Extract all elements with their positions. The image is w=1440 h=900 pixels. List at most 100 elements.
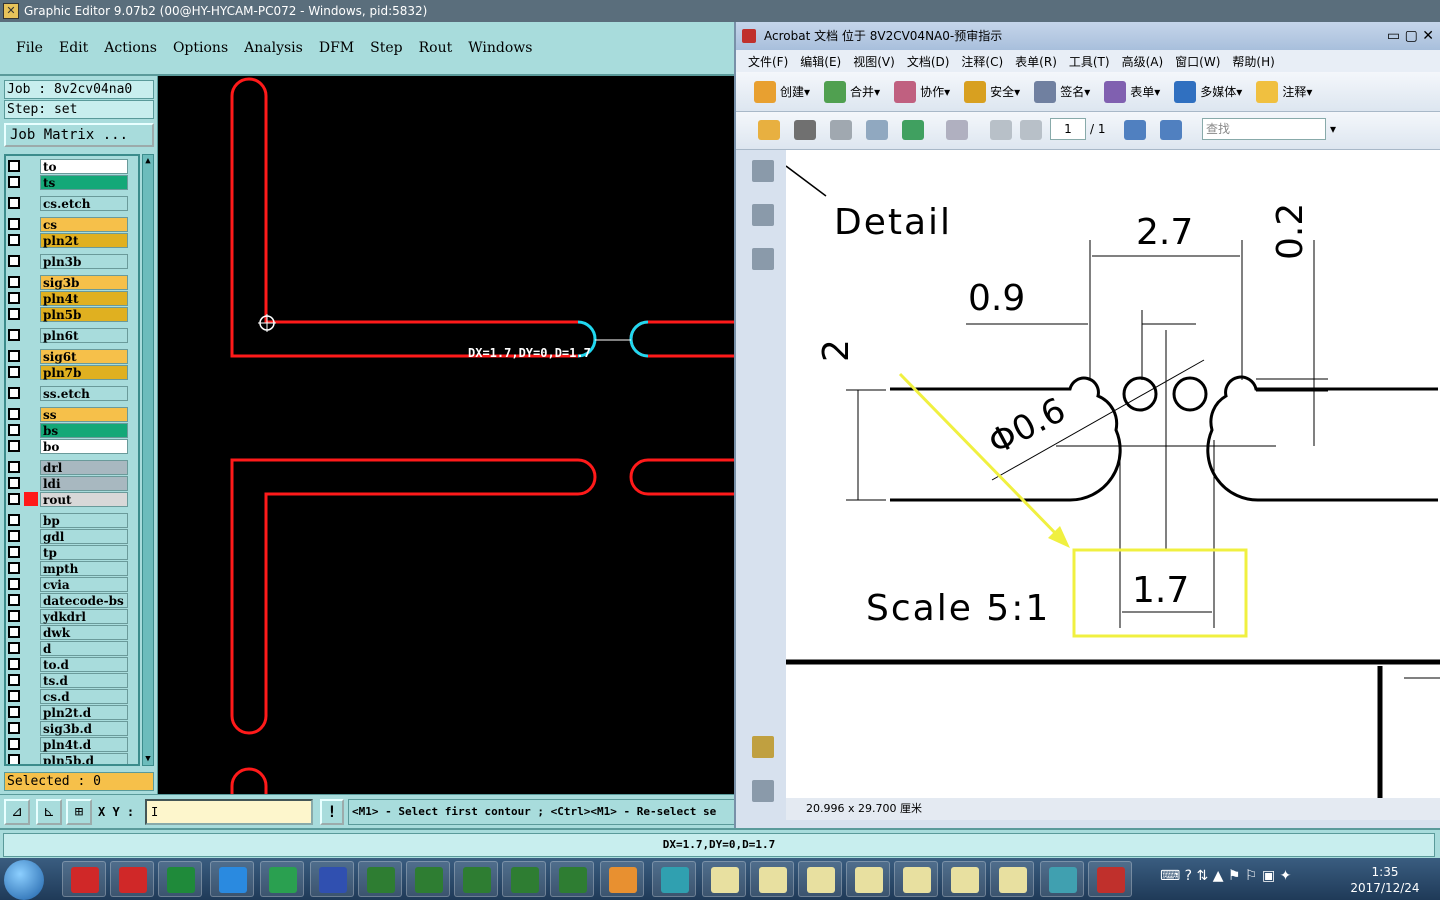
layer-checkbox[interactable]: [8, 562, 20, 574]
task-ge-3[interactable]: [798, 861, 842, 897]
task-genesis-2[interactable]: [110, 861, 154, 897]
layer-row[interactable]: to.d: [8, 656, 128, 672]
task-excel-4[interactable]: [502, 861, 546, 897]
layer-checkbox[interactable]: [8, 642, 20, 654]
layer-name[interactable]: sig6t: [40, 348, 128, 364]
layer-name[interactable]: pln5b.d: [40, 752, 128, 764]
layer-name[interactable]: cs.d: [40, 688, 128, 704]
layer-name[interactable]: pln7b: [40, 364, 128, 380]
combine-button[interactable]: 合并 ▾: [824, 80, 880, 103]
task-floppy[interactable]: [310, 861, 354, 897]
acro-menu-help[interactable]: 帮助(H): [1232, 53, 1274, 70]
layer-checkbox[interactable]: [8, 440, 20, 452]
fit-width-icon[interactable]: [1124, 120, 1146, 140]
layer-row[interactable]: ts.d: [8, 672, 128, 688]
attachments-icon[interactable]: [752, 780, 774, 802]
sign-button[interactable]: 签名 ▾: [1034, 80, 1090, 103]
layer-name[interactable]: cvia: [40, 576, 128, 592]
layer-name[interactable]: bs: [40, 422, 128, 438]
layer-row[interactable]: cs.etch: [8, 195, 128, 211]
task-ge-4[interactable]: [846, 861, 890, 897]
layer-row[interactable]: cs: [8, 216, 128, 232]
grid-tool-icon[interactable]: ⊞: [66, 799, 92, 825]
layer-row[interactable]: pln5b.d: [8, 752, 128, 764]
layer-row[interactable]: tp: [8, 544, 128, 560]
layer-checkbox[interactable]: [8, 255, 20, 267]
layer-row[interactable]: pln2t: [8, 232, 128, 248]
layer-row[interactable]: sig3b: [8, 274, 128, 290]
warning-button[interactable]: !: [320, 799, 344, 825]
comment-button[interactable]: 注释 ▾: [1256, 80, 1312, 103]
menu-rout[interactable]: Rout: [419, 40, 453, 56]
layer-checkbox[interactable]: [8, 292, 20, 304]
layer-checkbox[interactable]: [8, 594, 20, 606]
layer-name[interactable]: tp: [40, 544, 128, 560]
layer-row[interactable]: pln3b: [8, 253, 128, 269]
layer-checkbox[interactable]: [8, 197, 20, 209]
layer-name[interactable]: pln5b: [40, 306, 128, 322]
layer-row[interactable]: ydkdrl: [8, 608, 128, 624]
layer-checkbox[interactable]: [8, 706, 20, 718]
secure-button[interactable]: 安全 ▾: [964, 80, 1020, 103]
page-down-icon[interactable]: [1020, 120, 1042, 140]
layer-checkbox[interactable]: [8, 308, 20, 320]
layer-checkbox[interactable]: [8, 234, 20, 246]
layer-checkbox[interactable]: [8, 754, 20, 764]
layer-name[interactable]: cs.etch: [40, 195, 128, 211]
layer-name[interactable]: gdl: [40, 528, 128, 544]
layer-name[interactable]: sig3b.d: [40, 720, 128, 736]
task-ge-6[interactable]: [942, 861, 986, 897]
save-icon[interactable]: [830, 120, 852, 140]
layer-row[interactable]: ss.etch: [8, 385, 128, 401]
web-icon[interactable]: [902, 120, 924, 140]
layer-row[interactable]: pln2t.d: [8, 704, 128, 720]
layer-row[interactable]: dwk: [8, 624, 128, 640]
task-ie[interactable]: [210, 861, 254, 897]
layer-checkbox[interactable]: [8, 722, 20, 734]
find-input[interactable]: 查找: [1202, 118, 1326, 140]
scroll-down-icon[interactable]: ▼: [143, 753, 153, 765]
layer-row[interactable]: bp: [8, 512, 128, 528]
acro-menu-view[interactable]: 视图(V): [853, 53, 895, 70]
print-icon[interactable]: [794, 120, 816, 140]
multimedia-button[interactable]: 多媒体 ▾: [1174, 80, 1242, 103]
acro-menu-window[interactable]: 窗口(W): [1175, 53, 1220, 70]
layer-row[interactable]: ldi: [8, 475, 128, 491]
ge-canvas[interactable]: DX=1.7,DY=0,D=1.7: [158, 76, 740, 794]
layer-checkbox[interactable]: [8, 276, 20, 288]
layer-checkbox[interactable]: [8, 387, 20, 399]
layer-row[interactable]: drl: [8, 459, 128, 475]
layer-name[interactable]: pln4t: [40, 290, 128, 306]
layer-checkbox[interactable]: [8, 578, 20, 590]
menu-actions[interactable]: Actions: [104, 40, 157, 56]
layer-checkbox[interactable]: [8, 514, 20, 526]
layer-name[interactable]: ldi: [40, 475, 128, 491]
layer-name[interactable]: ss.etch: [40, 385, 128, 401]
menu-edit[interactable]: Edit: [59, 40, 88, 56]
acro-menu-edit[interactable]: 编辑(E): [800, 53, 841, 70]
layer-checkbox[interactable]: [8, 160, 20, 172]
layer-row[interactable]: to: [8, 158, 128, 174]
layer-list[interactable]: to ts cs.etch cs pln2t pln3b sig3b pln4t pln5b pl…: [4, 154, 140, 766]
forms-button[interactable]: 表单 ▾: [1104, 80, 1160, 103]
system-tray-icons[interactable]: ⌨ ? ⇅ ▲ ⚑ ⚐ ▣ ✦: [1160, 868, 1291, 884]
layer-checkbox[interactable]: [8, 738, 20, 750]
layer-name[interactable]: pln6t: [40, 327, 128, 343]
layer-row[interactable]: pln4t.d: [8, 736, 128, 752]
task-shell[interactable]: [600, 861, 644, 897]
layer-name[interactable]: pln4t.d: [40, 736, 128, 752]
task-excel-2[interactable]: [406, 861, 450, 897]
email-icon[interactable]: [866, 120, 888, 140]
acro-menu-document[interactable]: 文档(D): [907, 53, 950, 70]
layer-checkbox[interactable]: [8, 610, 20, 622]
layer-name[interactable]: bp: [40, 512, 128, 528]
layer-checkbox[interactable]: [8, 493, 20, 505]
layer-row[interactable]: pln7b: [8, 364, 128, 380]
scroll-up-icon[interactable]: ▲: [143, 155, 153, 167]
layer-checkbox[interactable]: [8, 176, 20, 188]
layer-list-scrollbar[interactable]: ▲ ▼: [142, 154, 154, 766]
layer-name[interactable]: mpth: [40, 560, 128, 576]
task-ge-5[interactable]: [894, 861, 938, 897]
layer-name[interactable]: pln2t.d: [40, 704, 128, 720]
snap-tool-icon[interactable]: ⊾: [36, 799, 62, 825]
